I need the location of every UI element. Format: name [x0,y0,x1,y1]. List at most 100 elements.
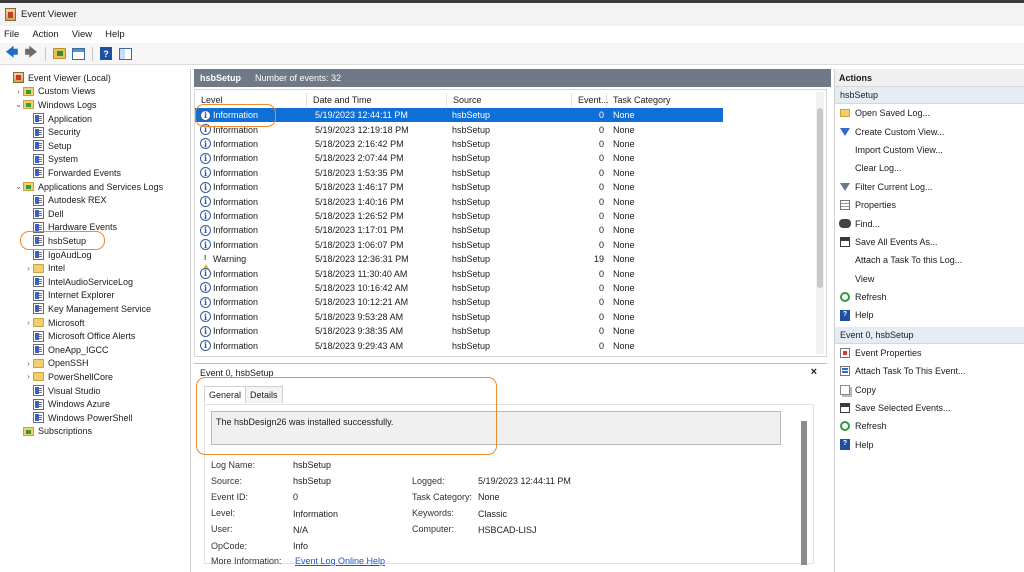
console-grid-icon[interactable] [69,46,87,62]
tree-item[interactable]: ⌄ Applications and Services Logs [14,180,163,194]
event-row[interactable]: i Information 5/18/2023 10:12:21 AM hsbSetu… [195,295,723,309]
action-item[interactable]: Properties [835,196,1024,214]
collapse-chevron-icon[interactable]: › [14,87,23,96]
action-item[interactable]: ? Help [835,306,1024,324]
tree-item[interactable]: › Intel [24,261,65,275]
tree-item[interactable]: IntelAudioServiceLog [24,275,133,289]
action-item[interactable]: Attach a Task To this Log... [835,251,1024,269]
folder-up-icon[interactable] [50,46,68,62]
collapse-chevron-icon[interactable]: › [24,318,33,327]
event-row[interactable]: i Information 5/18/2023 9:53:28 AM hsbSetup… [195,310,723,324]
tree-item[interactable]: Key Management Service [24,302,151,316]
action-item[interactable]: Clear Log... [835,159,1024,177]
event-row[interactable]: i Information 5/18/2023 10:16:42 AM hsbSetu… [195,281,723,295]
column-header-source[interactable]: Source [447,93,572,107]
detail-scrollbar[interactable] [801,421,807,565]
action-item[interactable]: Find... [835,214,1024,232]
tree-item[interactable]: Subscriptions [14,425,92,439]
menu-bar: File Action View Help [0,26,1024,43]
menu-help[interactable]: Help [105,29,125,40]
expand-chevron-icon[interactable]: ⌄ [14,100,23,109]
event-row[interactable]: i Information 5/18/2023 1:17:01 PM hsbSetup… [195,223,723,237]
tree-item[interactable]: › Microsoft [24,316,84,330]
actions-section-event[interactable]: Event 0, hsbSetup [835,326,1024,344]
collapse-chevron-icon[interactable]: › [24,372,33,381]
event-row[interactable]: i Information 5/18/2023 9:38:35 AM hsbSetup… [195,324,723,338]
menu-action[interactable]: Action [32,29,58,40]
show-pane-icon[interactable] [116,46,134,62]
event-row[interactable]: i Information 5/18/2023 2:16:42 PM hsbSetup… [195,137,723,151]
action-item[interactable]: Filter Current Log... [835,178,1024,196]
tree-item[interactable]: › PowerShellCore [24,370,113,384]
actions-section-log[interactable]: hsbSetup [835,87,1024,104]
tree-item[interactable]: Application [24,112,92,126]
tree-item-label: Custom Views [38,86,96,97]
tree-item[interactable]: Forwarded Events [24,166,121,180]
event-row[interactable]: i Information 5/18/2023 1:26:52 PM hsbSetup… [195,209,723,223]
tree-item[interactable]: Windows Azure [24,397,110,411]
folder-icon [33,318,44,328]
action-item[interactable]: Refresh [835,417,1024,435]
action-item[interactable]: Save All Events As... [835,233,1024,251]
column-header-task-category[interactable]: Task Category [607,93,723,107]
event-cell-date: 5/18/2023 1:17:01 PM [315,225,404,236]
collapse-chevron-icon[interactable]: › [24,264,33,273]
event-row[interactable]: i Information 5/18/2023 2:07:44 PM hsbSetup… [195,151,723,165]
action-item[interactable]: Copy [835,380,1024,398]
tree-item[interactable]: Visual Studio [24,384,100,398]
tree-item[interactable]: Event Viewer (Local) [4,71,111,85]
event-row[interactable]: i Information 5/19/2023 12:19:18 PM hsbSetu… [195,122,723,136]
menu-view[interactable]: View [72,29,92,40]
column-header-level[interactable]: Level [195,93,307,107]
action-item[interactable]: Create Custom View... [835,122,1024,140]
tree-item[interactable]: Microsoft Office Alerts [24,329,135,343]
action-label: Create Custom View... [855,126,945,137]
action-item[interactable]: Import Custom View... [835,141,1024,159]
menu-file[interactable]: File [4,29,19,40]
event-row[interactable]: i Information 5/18/2023 9:29:43 AM hsbSetup… [195,338,723,352]
action-item[interactable]: Attach Task To This Event... [835,362,1024,380]
tree-item[interactable]: IgoAudLog [24,248,92,262]
events-scrollbar-thumb[interactable] [817,108,823,288]
tree-item[interactable]: Windows PowerShell [24,411,133,425]
event-log-online-help-link[interactable]: Event Log Online Help [295,556,385,566]
tree-item[interactable]: Hardware Events [24,221,117,235]
tree-item[interactable]: › OpenSSH [24,357,88,371]
event-row[interactable]: i Information 5/18/2023 1:53:35 PM hsbSetup… [195,166,723,180]
tree-item[interactable]: Internet Explorer [24,289,115,303]
action-label: Event Properties [855,347,922,358]
tree-item[interactable]: Dell [24,207,64,221]
event-row[interactable]: i Information 5/18/2023 11:30:40 AM hsbSetu… [195,266,723,280]
information-icon: i [200,123,211,135]
back-arrow-icon[interactable]: 🡄 [3,45,21,62]
help-icon[interactable]: ? [97,46,115,62]
tab-general[interactable]: General [204,386,247,403]
action-item[interactable]: View [835,270,1024,288]
event-row[interactable]: i Information 5/18/2023 1:06:07 PM hsbSetup… [195,238,723,252]
action-item[interactable]: Refresh [835,288,1024,306]
action-item[interactable]: Open Saved Log... [835,104,1024,122]
expand-chevron-icon[interactable]: ⌄ [14,182,23,191]
column-header-date[interactable]: Date and Time [307,93,447,107]
tree-item[interactable]: Security [24,125,81,139]
tree-item[interactable]: System [24,153,78,167]
tree-item[interactable]: hsbSetup [24,234,86,248]
tree-item[interactable]: ⌄ Windows Logs [14,98,96,112]
close-icon[interactable]: × [811,366,817,378]
tab-details[interactable]: Details [245,386,283,403]
forward-arrow-icon[interactable]: 🡆 [22,45,40,62]
event-row[interactable]: i Information 5/18/2023 1:40:16 PM hsbSetup… [195,194,723,208]
column-header-event-id[interactable]: Event... [572,93,609,107]
event-row[interactable]: i Information 5/19/2023 12:44:11 PM hsbSetu… [195,108,723,123]
tree-item[interactable]: OneApp_IGCC [24,343,109,357]
collapse-chevron-icon[interactable]: › [24,359,33,368]
event-row[interactable]: i Information 5/18/2023 1:46:17 PM hsbSetup… [195,180,723,194]
tree-item[interactable]: › Custom Views [14,85,95,99]
action-item[interactable]: Event Properties [835,344,1024,362]
action-item[interactable]: ? Help [835,436,1024,454]
event-row[interactable]: Warning 5/18/2023 12:36:31 PM hsbSetup 19 No… [195,252,723,274]
event-detail-title: Event 0, hsbSetup [200,368,274,378]
tree-item[interactable]: Setup [24,139,72,153]
tree-item[interactable]: Autodesk REX [24,193,107,207]
action-item[interactable]: Save Selected Events... [835,399,1024,417]
